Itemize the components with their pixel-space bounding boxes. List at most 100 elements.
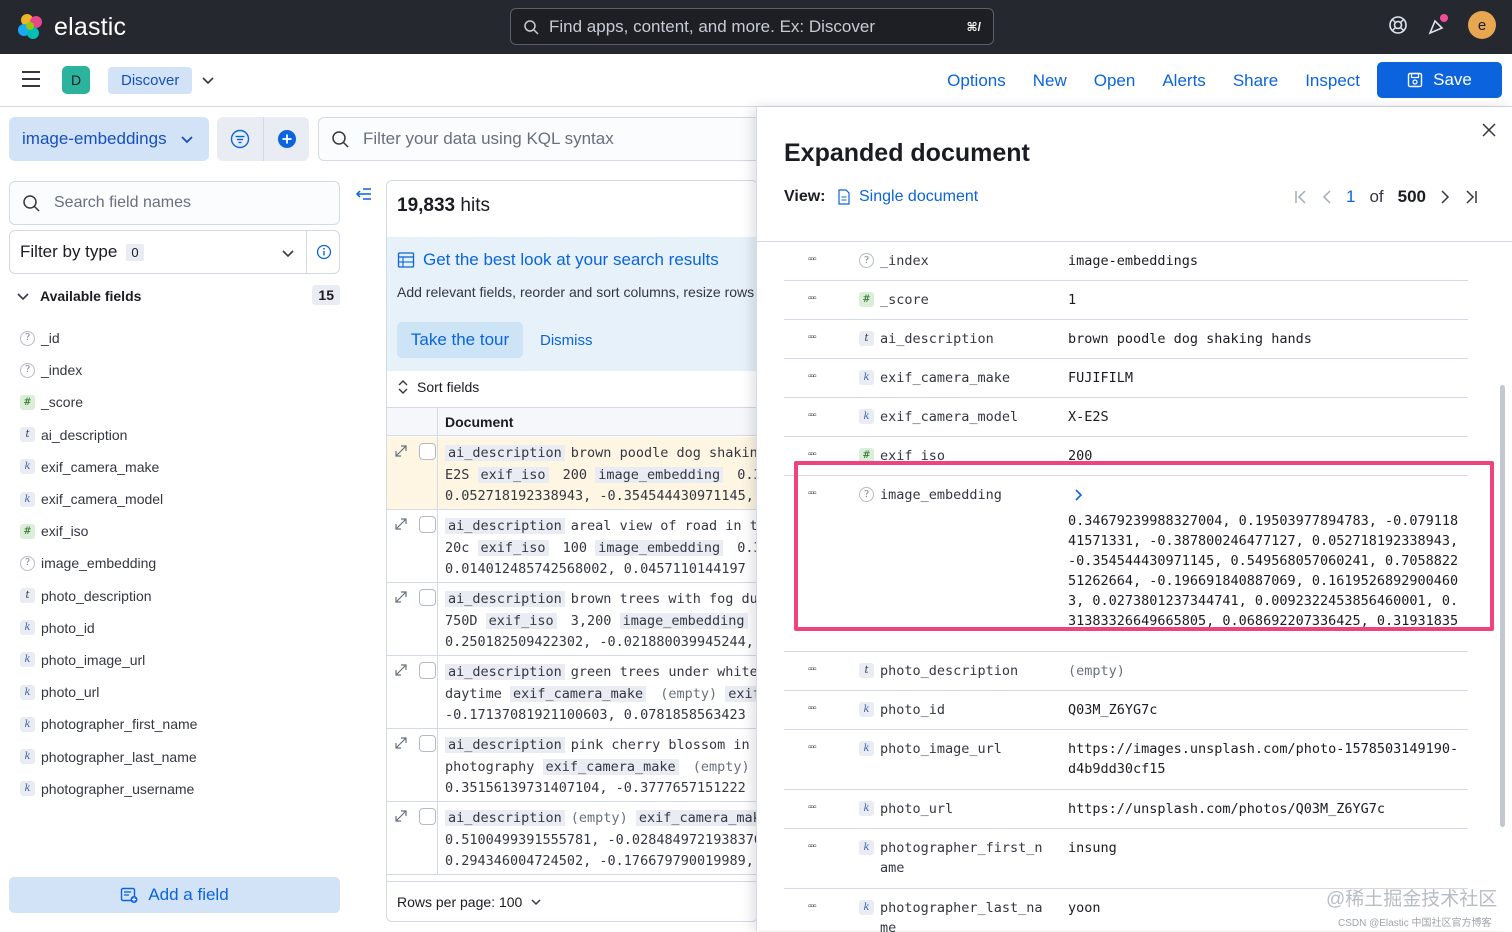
row-checkbox[interactable]	[419, 516, 436, 533]
field-item[interactable]: ?_index	[20, 354, 197, 386]
expand-row-icon[interactable]	[395, 810, 407, 825]
close-icon[interactable]	[1482, 123, 1496, 137]
field-actions-icon[interactable]: ▫▫▫	[808, 449, 816, 460]
table-row[interactable]: ai_descriptionbrown poodle dog shakingE2…	[387, 437, 758, 510]
take-tour-button[interactable]: Take the tour	[397, 322, 523, 358]
table-row[interactable]: ai_descriptionbrown trees with fog du750…	[387, 583, 758, 656]
field-actions-icon[interactable]: ▫▫▫	[808, 254, 816, 265]
field-actions-icon[interactable]: ▫▫▫	[808, 901, 816, 912]
menu-inspect[interactable]: Inspect	[1305, 71, 1360, 91]
last-page-icon[interactable]	[1464, 190, 1478, 204]
document-field-row[interactable]: ▫▫▫kphoto_urlhttps://unsplash.com/photos…	[784, 790, 1468, 829]
menu-toggle-icon[interactable]	[22, 71, 40, 87]
add-filter-button[interactable]	[263, 117, 309, 161]
expand-row-icon[interactable]	[395, 591, 407, 606]
document-field-row[interactable]: ▫▫▫tai_descriptionbrown poodle dog shaki…	[784, 320, 1468, 359]
summary-field-value: brown poodle dog shaking	[571, 445, 758, 461]
help-icon[interactable]	[1388, 15, 1408, 35]
search-field-names-input[interactable]: Search field names	[9, 181, 340, 225]
document-field-row[interactable]: ▫▫▫kphoto_idQ03M_Z6YG7c	[784, 691, 1468, 730]
space-avatar[interactable]: D	[62, 66, 90, 94]
row-checkbox[interactable]	[419, 662, 436, 679]
field-item[interactable]: kphotographer_username	[20, 773, 197, 805]
first-page-icon[interactable]	[1294, 190, 1308, 204]
available-fields-header[interactable]: Available fields 15	[16, 288, 340, 304]
field-actions-icon[interactable]: ▫▫▫	[808, 802, 816, 813]
query-menu-button[interactable]	[217, 117, 263, 161]
row-checkbox[interactable]	[419, 589, 436, 606]
field-actions-icon[interactable]: ▫▫▫	[808, 332, 816, 343]
info-icon[interactable]	[316, 244, 332, 260]
filter-by-type-dropdown[interactable]: Filter by type 0	[9, 230, 340, 274]
field-actions-icon[interactable]: ▫▫▫	[808, 371, 816, 382]
elastic-logo[interactable]: elastic	[16, 12, 126, 42]
table-row[interactable]: ai_descriptionareal view of road in t20c…	[387, 510, 758, 583]
document-field-row[interactable]: ▫▫▫#exif_iso200	[784, 437, 1468, 476]
field-item[interactable]: tphoto_description	[20, 580, 197, 612]
menu-options[interactable]: Options	[947, 71, 1006, 91]
document-field-row[interactable]: ▫▫▫kphotographer_first_nameinsung	[784, 829, 1468, 889]
document-field-row[interactable]: ▫▫▫?image_embedding0.34679239988327004, …	[784, 476, 1468, 652]
user-avatar[interactable]: e	[1468, 11, 1496, 39]
news-feed-icon[interactable]	[1426, 13, 1450, 37]
global-search-input[interactable]: Find apps, content, and more. Ex: Discov…	[510, 8, 994, 45]
field-item[interactable]: kexif_camera_make	[20, 451, 197, 483]
sort-fields-button[interactable]: Sort fields	[397, 379, 479, 395]
field-item[interactable]: kphoto_image_url	[20, 644, 197, 676]
document-field-row[interactable]: ▫▫▫kphoto_image_urlhttps://images.unspla…	[784, 730, 1468, 790]
table-row[interactable]: ai_descriptionpink cherry blossom inphot…	[387, 729, 758, 802]
field-item[interactable]: ?image_embedding	[20, 547, 197, 579]
pager-total[interactable]: 500	[1398, 187, 1426, 207]
field-actions-icon[interactable]: ▫▫▫	[808, 841, 816, 852]
field-actions-icon[interactable]: ▫▫▫	[808, 293, 816, 304]
table-row[interactable]: ai_description(empty) exif_camera_mak0.5…	[387, 802, 758, 875]
field-item[interactable]: kexif_camera_model	[20, 483, 197, 515]
expand-row-icon[interactable]	[395, 664, 407, 679]
breadcrumb-discover[interactable]: Discover	[108, 67, 192, 94]
chevron-down-icon[interactable]	[200, 72, 216, 88]
document-field-row[interactable]: ▫▫▫kexif_camera_makeFUJIFILM	[784, 359, 1468, 398]
expand-row-icon[interactable]	[395, 445, 407, 460]
document-field-row[interactable]: ▫▫▫kexif_camera_modelX-E2S	[784, 398, 1468, 437]
menu-new[interactable]: New	[1033, 71, 1067, 91]
document-field-row[interactable]: ▫▫▫tphoto_description(empty)	[784, 652, 1468, 691]
previous-page-icon[interactable]	[1322, 190, 1332, 204]
document-column-header[interactable]: Document	[387, 407, 758, 436]
menu-open[interactable]: Open	[1094, 71, 1136, 91]
field-item[interactable]: #exif_iso	[20, 515, 197, 547]
row-checkbox[interactable]	[419, 808, 436, 825]
menu-share[interactable]: Share	[1233, 71, 1278, 91]
table-row[interactable]: ai_descriptiongreen trees under whiteday…	[387, 656, 758, 729]
save-button[interactable]: Save	[1377, 62, 1502, 98]
expand-row-icon[interactable]	[395, 737, 407, 752]
document-field-row[interactable]: ▫▫▫#_score1	[784, 281, 1468, 320]
field-item[interactable]: tai_description	[20, 419, 197, 451]
field-item[interactable]: kphoto_id	[20, 612, 197, 644]
collapse-sidebar-icon[interactable]	[355, 186, 373, 202]
field-item[interactable]: kphotographer_last_name	[20, 740, 197, 772]
row-checkbox[interactable]	[419, 735, 436, 752]
field-actions-icon[interactable]: ▫▫▫	[808, 664, 816, 675]
field-item[interactable]: kphoto_url	[20, 676, 197, 708]
menu-alerts[interactable]: Alerts	[1162, 71, 1205, 91]
field-item[interactable]: kphotographer_first_name	[20, 708, 197, 740]
field-actions-icon[interactable]: ▫▫▫	[808, 488, 816, 499]
field-actions-icon[interactable]: ▫▫▫	[808, 703, 816, 714]
pager-current[interactable]: 1	[1346, 187, 1355, 207]
expand-value-icon[interactable]	[1074, 488, 1084, 505]
field-item[interactable]: ?_id	[20, 322, 197, 354]
expand-row-icon[interactable]	[395, 518, 407, 533]
data-view-picker[interactable]: image-embeddings	[9, 117, 209, 161]
field-item[interactable]: #_score	[20, 386, 197, 418]
row-checkbox[interactable]	[419, 443, 436, 460]
add-field-button[interactable]: Add a field	[9, 877, 340, 913]
rows-per-page-selector[interactable]: Rows per page: 100	[397, 894, 542, 910]
view-mode-link[interactable]: Single document	[837, 188, 978, 206]
next-page-icon[interactable]	[1440, 190, 1450, 204]
field-actions-icon[interactable]: ▫▫▫	[808, 410, 816, 421]
document-field-row[interactable]: ▫▫▫?_indeximage-embeddings	[784, 242, 1468, 281]
dismiss-button[interactable]: Dismiss	[540, 332, 593, 349]
field-actions-icon[interactable]: ▫▫▫	[808, 742, 816, 753]
kql-query-input[interactable]: Filter your data using KQL syntax	[318, 117, 778, 161]
flyout-scrollbar[interactable]	[1500, 385, 1505, 827]
